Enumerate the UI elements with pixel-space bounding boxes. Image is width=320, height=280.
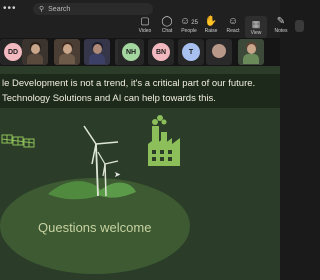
participant-tile[interactable]: T (178, 39, 204, 65)
chat-label: Chat (161, 28, 173, 34)
participant-tile[interactable] (54, 39, 80, 65)
people-button[interactable]: ☺25 People (179, 16, 199, 34)
avatar: T (182, 43, 200, 61)
video-label: Video (138, 28, 152, 34)
camera-toggle-button[interactable] (295, 20, 304, 32)
video-icon: ▢ (140, 16, 150, 27)
questions-welcome-text: Questions welcome (38, 220, 152, 235)
participant-tile[interactable] (238, 39, 264, 65)
meeting-controls: ▢ Video ◯ Chat ☺25 People ✋ Raise ☺ Reac… (135, 16, 304, 38)
participant-video (241, 41, 261, 64)
participant-video (212, 44, 226, 60)
wind-turbine-icon (48, 125, 136, 200)
avatar: DD (4, 43, 22, 61)
participant-video (25, 41, 45, 64)
raise-hand-icon: ✋ (204, 16, 218, 27)
notes-label: Notes (274, 28, 288, 34)
mouse-cursor-icon: ➤ (114, 170, 121, 179)
participant-strip: DD NH BN T (0, 38, 280, 66)
video-button[interactable]: ▢ Video (135, 16, 155, 34)
react-button[interactable]: ☺ React (223, 16, 243, 34)
people-count: 25 (191, 20, 198, 26)
raise-label: Raise (204, 28, 218, 34)
more-options-icon[interactable]: ••• (3, 3, 17, 14)
view-label: View (250, 29, 262, 36)
solar-panels-icon (1, 134, 35, 148)
view-button[interactable]: ▦ View (245, 16, 267, 38)
react-icon: ☺ (227, 16, 239, 27)
participant-tile[interactable]: NH (118, 39, 144, 65)
participant-video (57, 41, 77, 64)
app-top-bar: ••• ⚲ Search ▢ Video ◯ Chat ☺25 People ✋… (0, 0, 304, 39)
people-label: People (181, 28, 197, 34)
participant-video (87, 41, 107, 64)
shared-slide: le Development is not a trend, it's a cr… (0, 66, 280, 280)
participant-tile[interactable] (84, 39, 110, 65)
chat-icon: ◯ (161, 16, 173, 27)
view-icon: ▦ (251, 18, 261, 29)
search-placeholder: Search (48, 5, 71, 13)
search-box[interactable]: ⚲ Search (33, 3, 153, 15)
chat-button[interactable]: ◯ Chat (157, 16, 177, 34)
notes-button[interactable]: ✎ Notes (271, 16, 291, 34)
participant-tile[interactable] (206, 39, 232, 65)
people-icon: ☺25 (180, 16, 198, 27)
raise-hand-button[interactable]: ✋ Raise (201, 16, 221, 34)
search-icon: ⚲ (39, 6, 45, 13)
participant-tile[interactable]: BN (148, 39, 174, 65)
react-label: React (226, 28, 240, 34)
factory-icon (148, 115, 180, 166)
participant-tile[interactable] (22, 39, 48, 65)
notes-icon: ✎ (276, 16, 286, 27)
avatar: BN (152, 43, 170, 61)
slide-graphics (0, 115, 190, 274)
avatar: NH (122, 43, 140, 61)
